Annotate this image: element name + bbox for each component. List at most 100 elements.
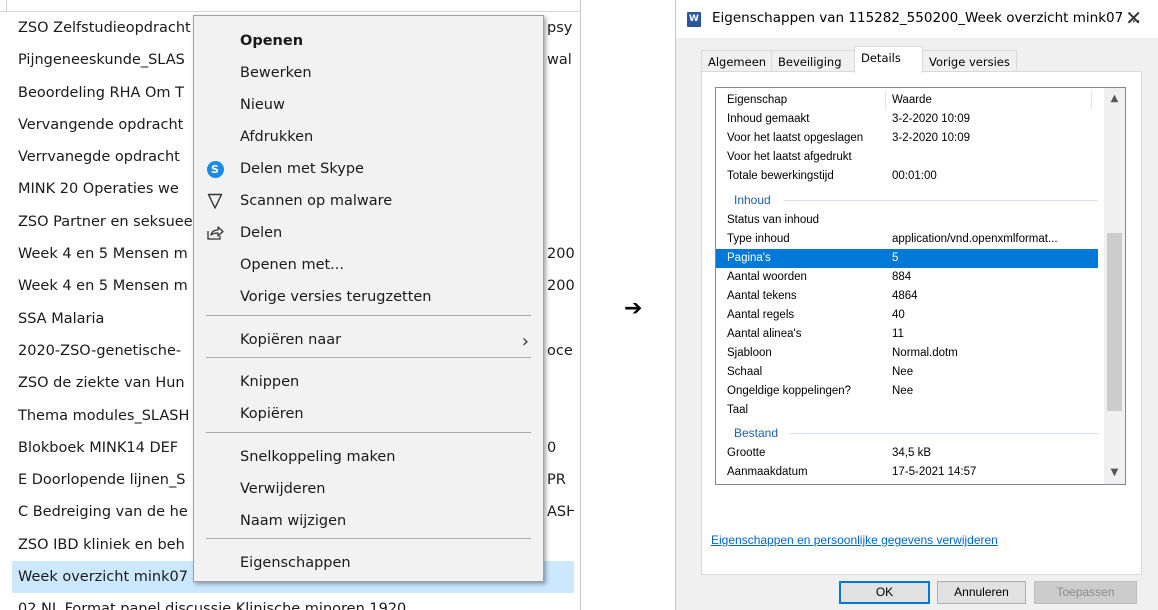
ok-button[interactable]: OK [839,581,930,604]
property-row[interactable]: Aantal tekens 4864 [716,287,1098,306]
property-row[interactable]: Type inhoud application/vnd.openxmlformat… [716,230,1098,249]
column-divider [6,0,7,12]
property-value: Normal.dotm [892,347,958,359]
file-name: Week 4 en 5 Mensen m [18,246,188,263]
column-header[interactable]: Eigenschap Waarde [716,91,1098,110]
property-value: 00:01:00 [892,170,937,182]
menu-item-label: Delen met Skype [240,161,364,177]
group-inhoud: Inhoud [716,190,1098,210]
menu-item-knippen[interactable]: Knippen [194,367,543,397]
menu-item-scannen-op-malware[interactable]: Scannen op malware [194,186,543,216]
column-header-value: Waarde [892,94,932,106]
property-row[interactable]: Ongeldige koppelingen? Nee [716,382,1098,401]
menu-item-afdrukken[interactable]: Afdrukken [194,122,543,152]
property-name: Voor het laatst afgedrukt [727,151,852,163]
cancel-button[interactable]: Annuleren [937,581,1026,604]
property-row[interactable]: Voor het laatst opgeslagen 3-2-2020 10:09 [716,129,1098,148]
property-name: Taal [727,404,749,416]
chevron-right-icon: › [521,331,529,352]
property-value: 40 [892,309,905,321]
scroll-thumb[interactable] [1107,233,1122,411]
column-separator [885,91,886,110]
tab-beveiliging[interactable]: Beveiliging [771,50,855,72]
menu-item-eigenschappen[interactable]: Eigenschappen [194,548,543,578]
file-name-tail: psy [547,20,573,36]
property-name: Grootte [727,447,766,459]
file-name: MINK 20 Operaties we [18,181,179,198]
apply-button[interactable]: Toepassen [1034,581,1137,604]
file-name: Blokboek MINK14 DEF [18,439,179,456]
menu-item-snelkoppeling-maken[interactable]: Snelkoppeling maken [194,442,543,472]
tab-algemeen[interactable]: Algemeen [701,50,772,72]
file-name: ZSO IBD kliniek en beh [18,536,185,553]
group-bestand: Bestand [716,423,1098,443]
property-list[interactable]: Eigenschap Waarde Inhoud gemaakt 3-2-2020 1… [715,87,1126,485]
menu-item-kopi-ren-naar[interactable]: Kopiëren naar › [194,325,543,355]
property-row[interactable]: Inhoud gemaakt 3-2-2020 10:09 [716,110,1098,129]
menu-item-openen-met[interactable]: Openen met... [194,250,543,280]
file-name: Beoordeling RHA Om T [18,84,185,101]
menu-item-delen-met-skype[interactable]: S Delen met Skype [194,154,543,184]
property-name: Pagina's [727,252,771,264]
scroll-up-icon[interactable]: ▲ [1104,88,1125,108]
close-icon[interactable]: ✕ [1125,6,1142,30]
menu-item-label: Eigenschappen [240,555,351,571]
menu-item-label: Knippen [240,374,300,390]
menu-item-label: Nieuw [240,97,285,113]
property-value: 17-5-2021 14:57 [892,466,977,478]
menu-item-kopi-ren[interactable]: Kopiëren [194,399,543,429]
menu-item-label: Afdrukken [240,129,314,145]
remove-properties-link[interactable]: Eigenschappen en persoonlijke gegevens v… [711,533,998,547]
property-name: Aantal woorden [727,271,807,283]
menu-item-bewerken[interactable]: Bewerken [194,58,543,88]
menu-item-label: Bewerken [240,65,312,81]
shield-icon [205,192,225,210]
property-row[interactable]: Status van inhoud [716,211,1098,230]
menu-item-label: Delen [240,225,283,241]
file-row[interactable]: 02 NL Format panel discussie Klinische m… [12,593,574,610]
property-row[interactable]: Grootte 34,5 kB [716,444,1098,463]
file-name: Week 4 en 5 Mensen m [18,278,188,295]
arrow-icon: ➔ [624,296,643,321]
property-row[interactable]: Totale bewerkingstijd 00:01:00 [716,167,1098,186]
menu-item-label: Snelkoppeling maken [240,449,396,465]
file-name: Week overzicht mink07 [18,569,188,586]
property-value: 3-2-2020 10:09 [892,113,971,125]
property-name: Ongeldige koppelingen? [727,385,852,397]
file-name: E Doorlopende lijnen_S [18,472,186,489]
menu-item-delen[interactable]: Delen [194,218,543,248]
property-value: application/vnd.openxmlformat... [892,233,1058,245]
cut-top-edge [0,0,580,12]
menu-item-label: Verwijderen [240,481,326,497]
vertical-scrollbar[interactable]: ▲ ▼ [1104,88,1125,484]
menu-separator [206,315,531,316]
file-name: Verrvanegde opdracht [18,149,180,166]
property-row[interactable]: Aantal regels 40 [716,306,1098,325]
menu-item-nieuw[interactable]: Nieuw [194,90,543,120]
scroll-down-icon[interactable]: ▼ [1104,464,1125,484]
property-row[interactable]: Aantal woorden 884 [716,268,1098,287]
menu-item-vorige-versies-terugzetten[interactable]: Vorige versies terugzetten [194,282,543,312]
property-row[interactable]: Voor het laatst afgedrukt [716,148,1098,167]
property-value: 11 [892,328,904,340]
property-row[interactable]: Aantal alinea's 11 [716,325,1098,344]
tab-details[interactable]: Details [854,46,923,73]
group-title: Inhoud [734,193,771,207]
file-name-tail: wal [547,52,572,69]
property-value: Nee [892,366,914,378]
property-name: Schaal [727,366,763,378]
property-row[interactable]: Aanmaakdatum 17-5-2021 14:57 [716,463,1098,482]
dialog-title-bar[interactable]: W Eigenschappen van 115282_550200_Week o… [676,0,1158,38]
property-row-selected[interactable]: Pagina's 5 [716,249,1098,268]
tab-vorige-versies[interactable]: Vorige versies [922,50,1017,72]
file-name-tail: ASH [547,504,574,521]
menu-item-verwijderen[interactable]: Verwijderen [194,474,543,504]
properties-dialog: W Eigenschappen van 115282_550200_Week o… [676,0,1158,610]
menu-item-openen[interactable]: Openen [194,26,543,56]
property-row[interactable]: Sjabloon Normal.dotm [716,344,1098,363]
property-name: Aantal regels [727,309,795,321]
property-row[interactable]: Taal [716,401,1098,420]
property-row[interactable]: Schaal Nee [716,363,1098,382]
file-name: 02 NL Format panel discussie Klinische m… [18,601,407,610]
menu-item-naam-wijzigen[interactable]: Naam wijzigen [194,506,543,536]
